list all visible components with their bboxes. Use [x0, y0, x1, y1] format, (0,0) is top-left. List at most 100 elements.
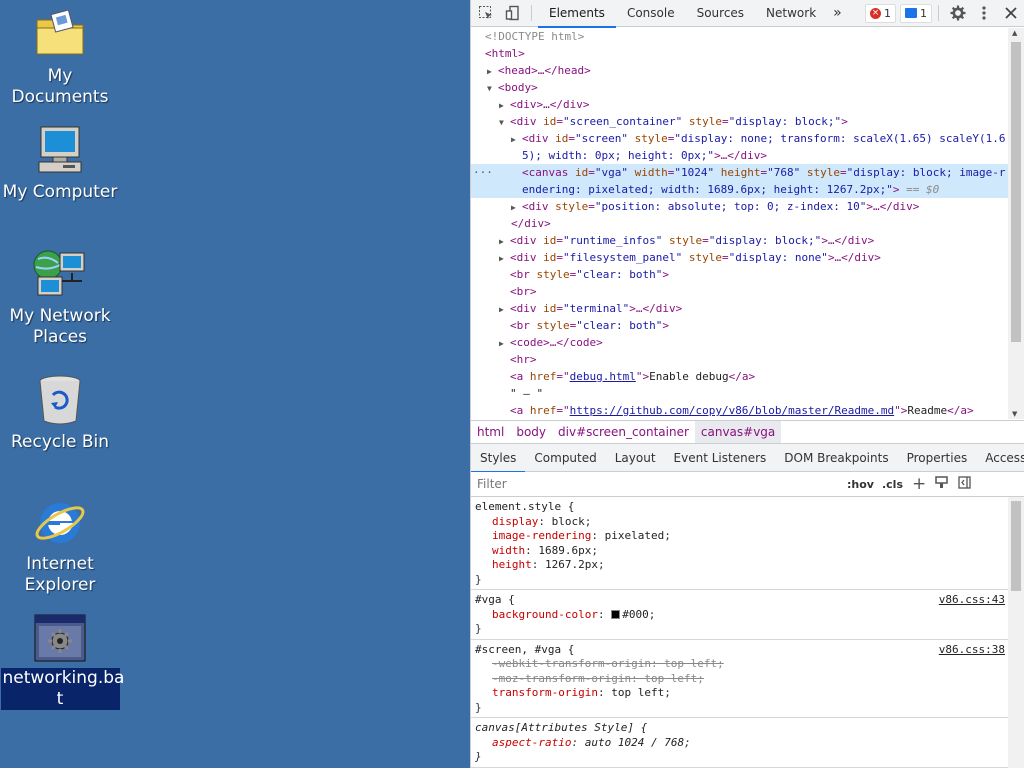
breadcrumb-screen-container[interactable]: div#screen_container	[552, 421, 695, 443]
dom-line[interactable]: <html>	[471, 45, 1009, 62]
desktop-icon-internet-explorer[interactable]: Internet Explorer	[0, 496, 120, 596]
tab-sources[interactable]: Sources	[686, 0, 755, 27]
color-swatch-icon[interactable]	[611, 609, 621, 619]
attr-link[interactable]: https://github.com/copy/v86/blob/master/…	[570, 404, 895, 417]
source-link[interactable]: v86.css:43	[939, 593, 1005, 608]
dom-line[interactable]: <a href="https://github.com/copy/v86/blo…	[471, 402, 1009, 419]
tag-close: >	[662, 319, 669, 332]
dom-line[interactable]: ▶ <div style="position: absolute; top: 0;…	[471, 198, 1009, 215]
declaration-overridden[interactable]: -moz-transform-origin: top left;	[475, 672, 1005, 687]
breadcrumb-body[interactable]: body	[510, 421, 552, 443]
expand-triangle-icon[interactable]: ▶	[499, 250, 510, 267]
styles-scrollbar[interactable]	[1008, 497, 1024, 768]
dom-line[interactable]: ▶ <div id="filesystem_panel" style="displ…	[471, 249, 1009, 266]
hov-button[interactable]: :hov	[843, 478, 878, 491]
collapse-triangle-icon[interactable]: ▼	[487, 80, 498, 97]
rule-selector[interactable]: #vga {	[475, 593, 1005, 608]
desktop-icon-recycle-bin[interactable]: Recycle Bin	[0, 374, 120, 453]
declaration[interactable]: width: 1689.6px;	[475, 544, 1005, 559]
declaration-overridden[interactable]: -webkit-transform-origin: top left;	[475, 657, 1005, 672]
scroll-up-arrow-icon[interactable]: ▲	[1012, 29, 1017, 37]
expand-triangle-icon[interactable]: ▶	[499, 335, 510, 352]
dom-line-selected[interactable]: ··· <canvas id="vga" width="1024" height=…	[471, 164, 1009, 181]
dom-line[interactable]: ▶ <div id="terminal">…</div>	[471, 300, 1009, 317]
tab-styles[interactable]: Styles	[471, 444, 526, 473]
device-toolbar-icon[interactable]	[501, 0, 525, 27]
breadcrumb-canvas-vga[interactable]: canvas#vga	[694, 421, 782, 443]
tab-dom-breakpoints[interactable]: DOM Breakpoints	[775, 444, 897, 472]
source-link[interactable]: v86.css:38	[939, 643, 1005, 658]
dom-line[interactable]: ▶ <head>…</head>	[471, 62, 1009, 79]
attr-value: "clear: both"	[576, 268, 663, 281]
filter-input[interactable]	[473, 474, 843, 494]
new-rule-plus-icon[interactable]: +	[907, 474, 931, 494]
attr-link[interactable]: debug.html	[570, 370, 636, 383]
equals: =	[588, 166, 595, 179]
inspect-element-icon[interactable]	[471, 0, 501, 27]
dom-line[interactable]: <a href="debug.html">Enable debug</a>	[471, 368, 1009, 385]
tab-accessibility[interactable]: Accessibility	[976, 444, 1024, 472]
close-icon[interactable]	[997, 0, 1024, 27]
declaration[interactable]: background-color: #000;	[475, 608, 1005, 623]
dom-line[interactable]: 5); width: 0px; height: 0px;">…</div>	[471, 147, 1009, 164]
tab-network[interactable]: Network	[755, 0, 827, 27]
cls-button[interactable]: .cls	[878, 478, 907, 491]
expand-triangle-icon[interactable]: ▶	[511, 131, 522, 148]
dom-line[interactable]: ▶ <div id="screen" style="display: none; …	[471, 130, 1009, 147]
ellipsis-icon[interactable]: ···	[473, 164, 493, 181]
dom-line[interactable]: <hr>	[471, 351, 1009, 368]
tab-properties[interactable]: Properties	[898, 444, 977, 472]
scroll-down-arrow-icon[interactable]: ▼	[1012, 410, 1017, 418]
desktop-icon-label: My Network Places	[9, 306, 111, 347]
expand-triangle-icon[interactable]: ▶	[511, 199, 522, 216]
declaration[interactable]: image-rendering: pixelated;	[475, 529, 1005, 544]
rule-selector[interactable]: element.style {	[475, 500, 1005, 515]
equals: =	[839, 166, 847, 179]
message-count-badge[interactable]: 1	[900, 3, 932, 23]
scroll-thumb[interactable]	[1011, 42, 1021, 342]
tab-layout[interactable]: Layout	[606, 444, 665, 472]
desktop-icon-my-computer[interactable]: My Computer	[0, 124, 120, 203]
dom-scrollbar[interactable]: ▲ ▼	[1008, 28, 1024, 419]
equals: =	[568, 132, 575, 145]
scroll-thumb[interactable]	[1011, 501, 1021, 591]
dom-line[interactable]: </div>	[471, 215, 1009, 232]
dom-line[interactable]: " — "	[471, 385, 1009, 402]
expand-triangle-icon[interactable]: ▶	[487, 63, 498, 80]
settings-gear-icon[interactable]	[945, 0, 971, 27]
collapse-triangle-icon[interactable]: ▼	[499, 114, 510, 131]
declaration[interactable]: height: 1267.2px;	[475, 558, 1005, 573]
dom-line[interactable]: ▼ <div id="screen_container" style="displ…	[471, 113, 1009, 130]
dom-line-selected[interactable]: endering: pixelated; width: 1689.6px; he…	[471, 181, 1009, 198]
dom-line[interactable]: ▶ <div>…</div>	[471, 96, 1009, 113]
rule-selector[interactable]: #screen, #vga {	[475, 643, 1005, 658]
desktop-icon-my-documents[interactable]: My Documents	[0, 8, 120, 108]
dom-line[interactable]: <!DOCTYPE html>	[471, 28, 1009, 45]
dom-line[interactable]: <br style="clear: both">	[471, 317, 1009, 334]
internet-explorer-icon	[32, 496, 88, 548]
tab-event-listeners[interactable]: Event Listeners	[665, 444, 776, 472]
breadcrumb-html[interactable]: html	[471, 421, 510, 443]
declaration[interactable]: transform-origin: top left;	[475, 686, 1005, 701]
desktop-icon-networking-bat[interactable]: networking.ba t	[0, 612, 124, 710]
tab-console[interactable]: Console	[616, 0, 686, 27]
declaration[interactable]: display: block;	[475, 515, 1005, 530]
tag: <br	[510, 268, 537, 281]
more-tabs-icon[interactable]: »	[827, 0, 848, 27]
dom-line[interactable]: ▶ <code>…</code>	[471, 334, 1009, 351]
dom-line[interactable]: <br style="clear: both">	[471, 266, 1009, 283]
expand-triangle-icon[interactable]: ▶	[499, 233, 510, 250]
dom-line[interactable]: ▼ <body>	[471, 79, 1009, 96]
selected-marker: == $0	[899, 183, 940, 196]
toggle-sidebar-icon[interactable]	[952, 476, 977, 492]
expand-triangle-icon[interactable]: ▶	[499, 97, 510, 114]
desktop-icon-my-network-places[interactable]: My Network Places	[0, 248, 120, 348]
dom-line[interactable]: <br>	[471, 283, 1009, 300]
expand-triangle-icon[interactable]: ▶	[499, 301, 510, 318]
computed-styles-paint-icon[interactable]	[931, 476, 952, 492]
error-count-badge[interactable]: × 1	[865, 3, 896, 23]
tab-elements[interactable]: Elements	[538, 0, 616, 28]
dom-line[interactable]: ▶ <div id="runtime_infos" style="display:…	[471, 232, 1009, 249]
kebab-menu-icon[interactable]	[971, 0, 997, 27]
tab-computed[interactable]: Computed	[525, 444, 605, 472]
